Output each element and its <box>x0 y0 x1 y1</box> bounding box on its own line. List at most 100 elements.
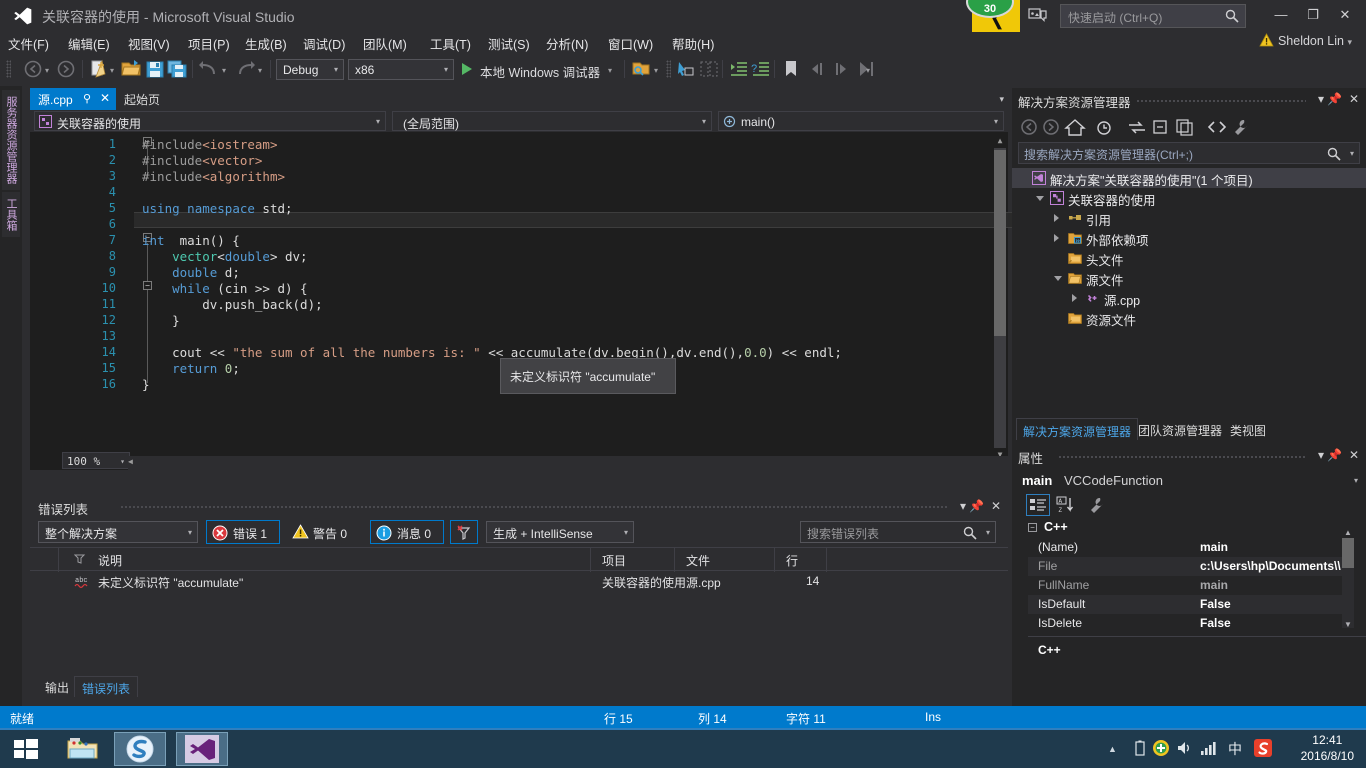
overflow-caret-icon[interactable]: ▾ <box>866 66 870 75</box>
collapse-all-icon[interactable] <box>1150 117 1172 137</box>
close-icon[interactable]: ✕ <box>1349 448 1359 462</box>
pin-icon[interactable]: 📌 <box>1327 448 1342 462</box>
solution-search-input[interactable]: 搜索解决方案资源管理器(Ctrl+;) ▾ <box>1018 142 1360 164</box>
security-icon[interactable] <box>1152 739 1170 757</box>
undo-icon[interactable] <box>198 58 220 80</box>
show-all-files-icon[interactable] <box>1174 117 1196 137</box>
menu-team[interactable]: 团队(M) <box>363 34 407 53</box>
active-files-dropdown-icon[interactable]: ▾ <box>999 94 1004 105</box>
volume-icon[interactable] <box>1176 740 1194 756</box>
code-line[interactable]: #include<vector> <box>142 153 262 168</box>
menu-view[interactable]: 视图(V) <box>128 34 170 53</box>
code-line[interactable]: } <box>142 313 180 328</box>
messages-toggle-button[interactable]: 消息 0 <box>370 520 444 544</box>
menu-analyze[interactable]: 分析(N) <box>546 34 588 53</box>
chevron-down-icon[interactable] <box>1036 196 1044 201</box>
toggle-layout-icon[interactable] <box>698 58 720 80</box>
code-line[interactable]: dv.push_back(d); <box>142 297 322 312</box>
save-all-icon[interactable] <box>166 58 188 80</box>
chevron-right-icon[interactable] <box>1054 214 1059 222</box>
property-row[interactable]: IsDelete False <box>1028 614 1350 633</box>
categorized-button[interactable] <box>1026 494 1050 516</box>
back-icon[interactable] <box>1018 117 1040 137</box>
property-row[interactable]: FullName main <box>1028 576 1350 595</box>
bookmark-icon[interactable] <box>780 58 802 80</box>
tree-item-0[interactable]: 解决方案"关联容器的使用"(1 个项目) <box>1012 168 1366 188</box>
run-play-icon[interactable] <box>462 63 472 75</box>
open-folder-icon[interactable] <box>120 58 142 80</box>
search-options-caret-icon[interactable]: ▾ <box>1350 149 1354 158</box>
close-button[interactable]: ✕ <box>1332 4 1358 26</box>
pin-icon[interactable]: ⚲ <box>83 92 91 105</box>
properties-object-combo[interactable]: main VCCodeFunction ▾ <box>1012 470 1366 492</box>
code-line[interactable]: int main() { <box>142 233 240 248</box>
tab-team-explorer[interactable]: 团队资源管理器 <box>1132 418 1228 440</box>
close-icon[interactable]: ✕ <box>991 499 1001 513</box>
scope-project-combo[interactable]: 关联容器的使用 ▾ <box>34 111 386 131</box>
quick-launch-input[interactable]: 快速启动 (Ctrl+Q) <box>1060 4 1246 28</box>
feedback-icon[interactable] <box>1028 7 1048 25</box>
column-project[interactable]: 项目 <box>602 552 626 569</box>
pin-icon[interactable]: 📌 <box>1327 92 1342 106</box>
column-description[interactable]: 说明 <box>98 552 122 569</box>
visual-studio-button[interactable] <box>176 732 228 766</box>
scope-range-combo[interactable]: (全局范围) ▾ <box>392 111 712 131</box>
comment-icon[interactable]: ? <box>750 58 772 80</box>
property-row[interactable]: IsDefault False <box>1028 595 1350 614</box>
toolbar-grip[interactable] <box>6 60 11 78</box>
toolbar-grip-2[interactable] <box>666 60 671 78</box>
forward-icon[interactable] <box>1040 117 1062 137</box>
panel-menu-icon[interactable]: ▾ <box>1318 448 1324 462</box>
tree-item-5[interactable]: 源文件 <box>1012 268 1366 288</box>
indent-icon[interactable] <box>728 58 750 80</box>
editor-scroll-thumb[interactable] <box>994 150 1006 336</box>
pin-icon[interactable]: 📌 <box>969 499 984 513</box>
menu-project[interactable]: 项目(P) <box>188 34 230 53</box>
prev-bookmark-icon[interactable] <box>808 58 830 80</box>
close-icon[interactable]: ✕ <box>100 91 110 105</box>
run-debugger-label[interactable]: 本地 Windows 调试器 <box>480 62 600 81</box>
tree-item-3[interactable]: 外部依赖项 <box>1012 228 1366 248</box>
code-line[interactable]: while (cin >> d) { <box>142 281 307 296</box>
vtab-toolbox[interactable]: 工具箱 <box>2 192 20 237</box>
battery-icon[interactable] <box>1134 740 1146 756</box>
panel-drag-dots[interactable] <box>1058 455 1306 459</box>
panel-menu-icon[interactable]: ▾ <box>960 499 966 513</box>
taskbar-clock[interactable]: 12:41 2016/8/10 <box>1301 732 1354 764</box>
menu-tools[interactable]: 工具(T) <box>430 34 471 53</box>
doc-tab-source-cpp[interactable]: 源.cpp ⚲ ✕ <box>30 88 116 110</box>
properties-icon[interactable] <box>1230 117 1252 137</box>
doc-tab-start-page[interactable]: 起始页 <box>116 88 178 110</box>
forward-icon[interactable] <box>55 58 77 80</box>
start-button[interactable] <box>0 732 52 766</box>
scroll-left-icon[interactable]: ◀ <box>128 457 133 466</box>
preview-icon[interactable] <box>630 58 652 80</box>
next-bookmark-icon[interactable] <box>832 58 854 80</box>
property-row[interactable]: File c:\Users\hp\Documents\\ <box>1028 557 1350 576</box>
redo-icon[interactable] <box>234 58 256 80</box>
tree-item-2[interactable]: 引用 <box>1012 208 1366 228</box>
code-line[interactable]: cout << "the sum of all the numbers is: … <box>142 345 842 362</box>
zoom-combo[interactable]: 100 % ▾ <box>62 452 130 469</box>
tab-class-view[interactable]: 类视图 <box>1224 418 1272 440</box>
new-item-caret-icon[interactable]: ▾ <box>110 66 114 75</box>
properties-group-header[interactable]: − C++ <box>1028 520 1366 538</box>
chevron-right-icon[interactable] <box>1072 294 1077 302</box>
tab-solution-explorer[interactable]: 解决方案资源管理器 <box>1016 418 1139 440</box>
menu-test[interactable]: 测试(S) <box>488 34 530 53</box>
panel-drag-dots[interactable] <box>120 505 948 509</box>
configuration-combo[interactable]: Debug ▾ <box>276 59 344 80</box>
warnings-toggle-button[interactable]: 警告 0 <box>286 520 362 544</box>
panel-drag-dots[interactable] <box>1136 99 1306 103</box>
save-icon[interactable] <box>144 58 166 80</box>
column-file[interactable]: 文件 <box>686 552 710 569</box>
pending-changes-icon[interactable] <box>1094 117 1116 137</box>
properties-scroll-thumb[interactable] <box>1342 538 1354 568</box>
table-row[interactable]: abc 未定义标识符 "accumulate" 关联容器的使用 源.cpp 14 <box>30 571 1008 593</box>
scroll-up-icon[interactable]: ▲ <box>994 136 1006 148</box>
scroll-up-icon[interactable]: ▲ <box>1344 528 1352 537</box>
code-editor[interactable]: − − − 1 #include<iostream> 2 #include<vecto… <box>30 132 1018 470</box>
show-hidden-icons-icon[interactable]: ▲ <box>1108 744 1117 754</box>
network-icon[interactable] <box>1200 740 1220 756</box>
property-pages-button[interactable] <box>1086 495 1108 518</box>
